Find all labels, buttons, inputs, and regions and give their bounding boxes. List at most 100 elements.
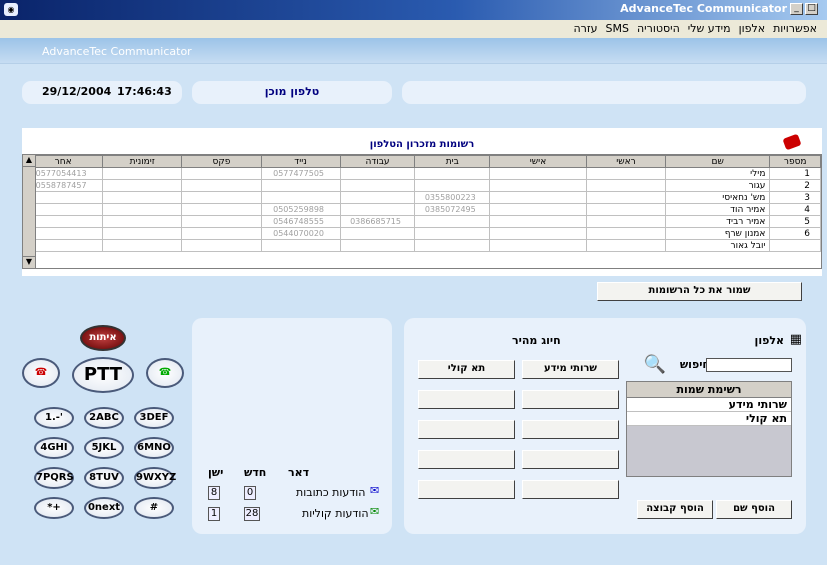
menu-my-info[interactable]: מידע שלי: [684, 20, 735, 37]
keypad-key[interactable]: 1.-': [34, 407, 74, 429]
phonebook-icon: ▦: [789, 332, 802, 347]
table-cell: 0355800223: [414, 191, 491, 204]
speed-dial-button[interactable]: [418, 420, 515, 439]
table-cell: [585, 227, 667, 240]
table-cell: [339, 239, 416, 252]
column-header[interactable]: אישי: [489, 155, 587, 168]
table-cell: 0577477505: [260, 167, 341, 180]
keypad-key[interactable]: 9WXYZ: [134, 467, 176, 489]
minimize-icon[interactable]: _: [790, 3, 803, 15]
table-cell: [585, 191, 667, 204]
table-row[interactable]: 4 אמיר הוד 0385072495 0505259898: [23, 203, 821, 216]
phone-status-text: טלפון מוכן: [264, 85, 320, 98]
scroll-down-icon[interactable]: ▼: [23, 256, 35, 268]
column-header[interactable]: נייד: [260, 155, 341, 168]
menu-sms[interactable]: SMS: [602, 20, 633, 37]
add-name-button[interactable]: הוסף שם: [716, 500, 792, 519]
column-header[interactable]: מספר: [769, 155, 821, 168]
speed-dial-button[interactable]: שרותי מידע: [522, 360, 619, 379]
table-cell: [102, 203, 183, 216]
phonebook-panel: אלפון ▦ חיוג מהיר חיפוש 🔍 רשימת שמות שרו…: [404, 318, 806, 534]
menu-history[interactable]: היסטוריה: [633, 20, 684, 37]
speed-dial-button[interactable]: [522, 390, 619, 409]
table-row[interactable]: 2 עגור 0558787457: [23, 179, 821, 192]
save-all-button[interactable]: שמור את כל הרשומות: [597, 282, 802, 301]
ptt-button[interactable]: PTT: [72, 357, 134, 393]
table-cell: [489, 167, 587, 180]
table-cell: [102, 179, 183, 192]
speed-dial-button[interactable]: תא קולי: [418, 360, 515, 379]
menu-options[interactable]: אפשרויות: [769, 20, 821, 37]
search-input[interactable]: [706, 358, 792, 372]
text-old-count: 8: [208, 486, 220, 500]
voice-new-count: 28: [244, 507, 260, 521]
table-row[interactable]: 3 מש' נחאיסי 0355800223: [23, 191, 821, 204]
maximize-icon[interactable]: □: [805, 3, 818, 15]
table-cell: 1: [769, 167, 821, 180]
column-header[interactable]: עבודה: [339, 155, 416, 168]
keypad-key[interactable]: 8TUV: [84, 467, 124, 489]
keypad-key[interactable]: 6MNO: [134, 437, 174, 459]
column-header[interactable]: ראשי: [585, 155, 667, 168]
table-scrollbar[interactable]: ▲ ▼: [22, 154, 36, 269]
keypad-key[interactable]: 7PQRS: [34, 467, 74, 489]
names-list[interactable]: רשימת שמות שרותי מידע תא קולי: [626, 381, 792, 477]
contacts-table: מספר שם ראשי אישי בית עבודה נייד פקס זימ…: [23, 155, 821, 252]
banner-app-name: AdvanceTec Communicator: [42, 45, 192, 58]
table-cell: אמיר הוד: [665, 203, 771, 216]
table-cell: עגור: [665, 179, 771, 192]
speed-dial-button[interactable]: [418, 450, 515, 469]
table-cell: [260, 191, 341, 204]
table-cell: [102, 191, 183, 204]
keypad-key[interactable]: 2ABC: [84, 407, 124, 429]
menu-help[interactable]: עזרה: [569, 20, 601, 37]
keypad-key[interactable]: 4GHI: [34, 437, 74, 459]
scroll-up-icon[interactable]: ▲: [23, 155, 35, 167]
speed-dial-button[interactable]: [522, 450, 619, 469]
table-cell: [339, 227, 416, 240]
table-row[interactable]: יובל גאור: [23, 239, 821, 252]
column-header[interactable]: זימונית: [102, 155, 183, 168]
table-row[interactable]: 1 מילי 0577477505 0577054413: [23, 167, 821, 180]
table-cell: 2: [769, 179, 821, 192]
alert-button[interactable]: איתות: [80, 325, 126, 351]
phone-status-panel: טלפון מוכן: [192, 81, 392, 104]
table-cell: [489, 215, 587, 228]
column-header[interactable]: בית: [414, 155, 491, 168]
menu-bar: אפשרויותאלפוןמידע שליהיסטוריהSMSעזרה: [0, 20, 827, 38]
table-cell: 6: [769, 227, 821, 240]
keypad-key[interactable]: 3DEF: [134, 407, 174, 429]
table-row[interactable]: 5 אמיר רביד 0386685715 0546748555: [23, 215, 821, 228]
list-item[interactable]: שרותי מידע: [627, 398, 791, 412]
keypad-key[interactable]: 5JKL: [84, 437, 124, 459]
speed-dial-button[interactable]: [522, 480, 619, 499]
hangup-icon[interactable]: ☎: [22, 358, 60, 388]
text-messages-label[interactable]: הודעות כתובות: [296, 486, 365, 499]
add-group-button[interactable]: הוסף קבוצה: [637, 500, 713, 519]
mail-old-header: ישן: [208, 466, 224, 479]
app-icon[interactable]: ◉: [4, 3, 18, 16]
table-cell: [489, 179, 587, 192]
keypad-key[interactable]: #: [134, 497, 174, 519]
info-panel: [402, 81, 806, 104]
menu-phonebook[interactable]: אלפון: [735, 20, 769, 37]
table-cell: [181, 179, 262, 192]
voice-messages-label[interactable]: הודעות קוליות: [302, 507, 369, 520]
speed-dial-button[interactable]: [522, 420, 619, 439]
keypad-key[interactable]: 0next: [84, 497, 124, 519]
column-header[interactable]: שם: [665, 155, 771, 168]
speed-dial-button[interactable]: [418, 390, 515, 409]
table-cell: [489, 203, 587, 216]
table-cell: [414, 215, 491, 228]
voicemail-icon: ✉: [370, 505, 380, 518]
table-cell: [181, 203, 262, 216]
table-row[interactable]: 6 אמנון שרף 0544070020: [23, 227, 821, 240]
table-cell: [585, 239, 667, 252]
list-item[interactable]: תא קולי: [627, 412, 791, 426]
search-icon[interactable]: 🔍: [644, 354, 666, 375]
call-icon[interactable]: ☎: [146, 358, 184, 388]
speed-dial-button[interactable]: [418, 480, 515, 499]
datetime-panel: 29/12/2004 17:46:43: [22, 81, 182, 104]
column-header[interactable]: פקס: [181, 155, 262, 168]
keypad-key[interactable]: *+: [34, 497, 74, 519]
